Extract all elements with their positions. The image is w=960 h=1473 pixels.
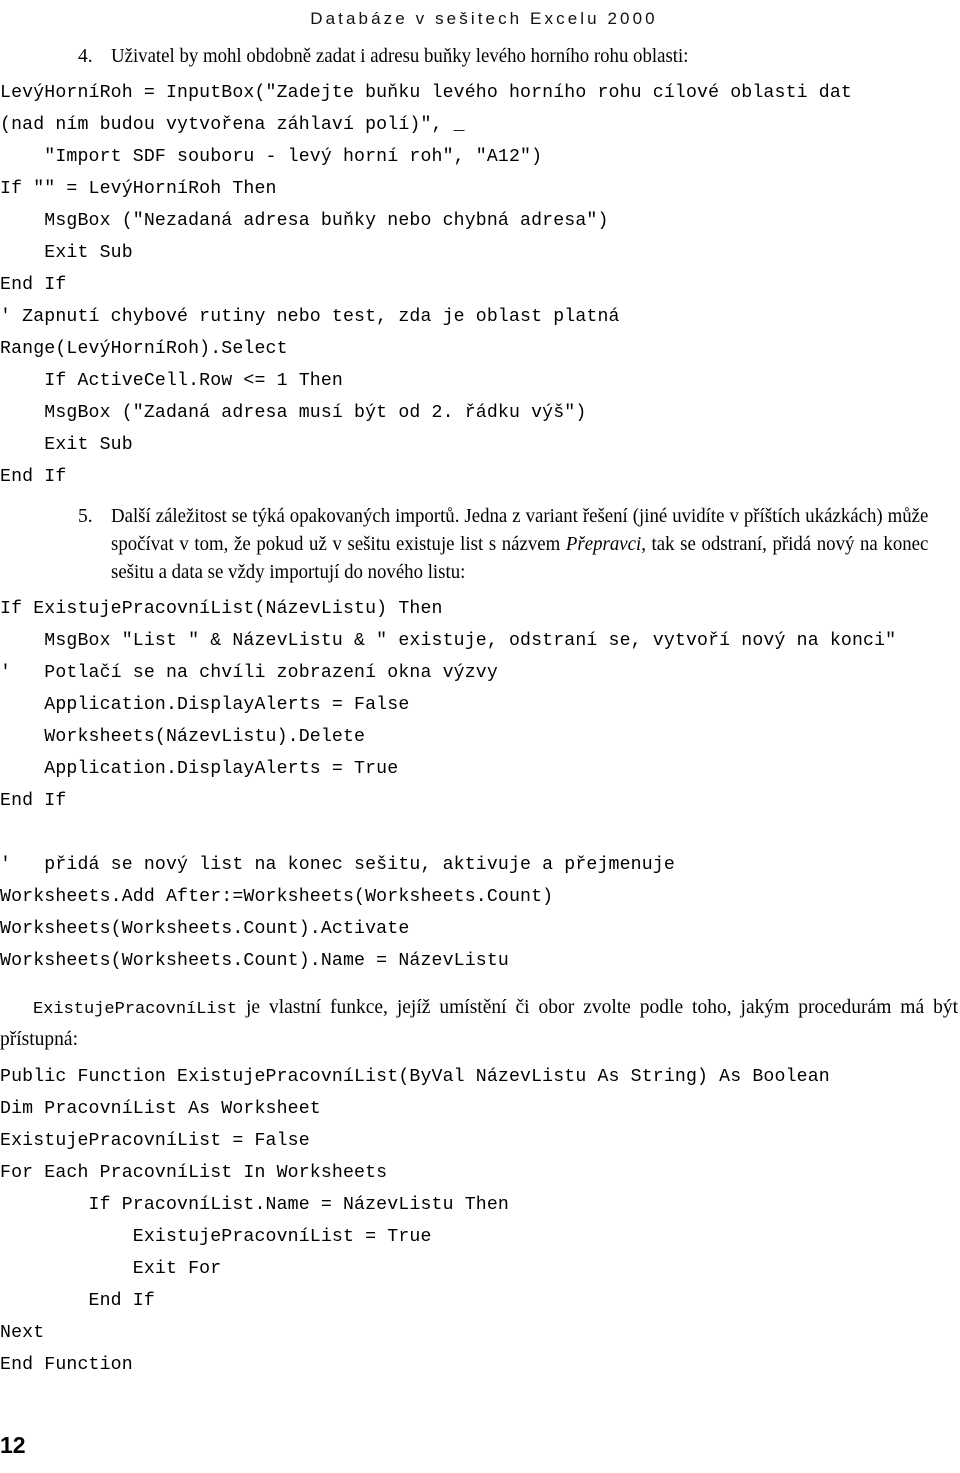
code-line: If "" = LevýHorníRoh Then bbox=[0, 179, 277, 199]
code-line: If ExistujePracovníList(NázevListu) Then bbox=[0, 599, 443, 619]
code-line: End If bbox=[0, 791, 67, 811]
code-line: "Import SDF souboru - levý horní roh", "… bbox=[0, 147, 543, 167]
code-line: ExistujePracovníList = False bbox=[0, 1131, 310, 1151]
function-name-mono: ExistujePracovníList bbox=[33, 1000, 238, 1019]
running-head: Databáze v sešitech Excelu 2000 bbox=[310, 9, 658, 28]
code-line: Range(LevýHorníRoh).Select bbox=[0, 339, 288, 359]
code-line: ' přidá se nový list na konec sešitu, ak… bbox=[0, 855, 675, 875]
code-line: End If bbox=[0, 275, 67, 295]
code-line: Dim PracovníList As Worksheet bbox=[0, 1099, 321, 1119]
code-line: For Each PracovníList In Worksheets bbox=[0, 1163, 388, 1183]
code-block-import-address: LevýHorníRoh = InputBox("Zadejte buňku l… bbox=[0, 77, 960, 493]
function-description-paragraph: ExistujePracovníList je vlastní funkce, … bbox=[0, 993, 960, 1055]
code-line: ExistujePracovníList = True bbox=[0, 1227, 432, 1247]
code-line: If PracovníList.Name = NázevListu Then bbox=[0, 1195, 509, 1215]
code-line: Worksheets(Worksheets.Count).Name = Náze… bbox=[0, 951, 509, 971]
code-line: Worksheets(NázevListu).Delete bbox=[0, 727, 366, 747]
code-line: LevýHorníRoh = InputBox("Zadejte buňku l… bbox=[0, 83, 852, 103]
code-line: Next bbox=[0, 1323, 45, 1343]
code-line: ' Potlačí se na chvíli zobrazení okna vý… bbox=[0, 663, 498, 683]
code-block-sheet-exists: If ExistujePracovníList(NázevListu) Then… bbox=[0, 593, 960, 977]
list-item-text: Uživatel by mohl obdobně zadat i adresu … bbox=[111, 46, 689, 67]
code-line: MsgBox ("Zadaná adresa musí být od 2. řá… bbox=[0, 403, 587, 423]
code-line: Application.DisplayAlerts = False bbox=[0, 695, 410, 715]
code-line: ' Zapnutí chybové rutiny nebo test, zda … bbox=[0, 307, 620, 327]
code-line: Worksheets.Add After:=Worksheets(Workshe… bbox=[0, 887, 554, 907]
numbered-item-5: 5. Další záležitost se týká opakovaných … bbox=[0, 503, 960, 587]
numbered-item-4: 4. Uživatel by mohl obdobně zadat i adre… bbox=[0, 43, 960, 71]
code-line: (nad ním budou vytvořena záhlaví polí)",… bbox=[0, 115, 465, 135]
code-line: End Function bbox=[0, 1355, 133, 1375]
code-line: Worksheets(Worksheets.Count).Activate bbox=[0, 919, 410, 939]
code-line: End If bbox=[0, 1291, 155, 1311]
list-item-number: 5. bbox=[78, 506, 93, 527]
list-item-text: Další záležitost se týká opakovaných imp… bbox=[111, 503, 928, 587]
document-page: Databáze v sešitech Excelu 2000 4. Uživa… bbox=[0, 0, 960, 1473]
code-line: MsgBox "List " & NázevListu & " existuje… bbox=[0, 631, 897, 651]
code-line: Application.DisplayAlerts = True bbox=[0, 759, 399, 779]
code-line: Exit Sub bbox=[0, 435, 133, 455]
list-item-number: 4. bbox=[78, 46, 93, 67]
code-line: Exit For bbox=[0, 1259, 222, 1279]
code-line: MsgBox ("Nezadaná adresa buňky nebo chyb… bbox=[0, 211, 609, 231]
code-block-function-definition: Public Function ExistujePracovníList(ByV… bbox=[0, 1061, 960, 1381]
item5-emphasis: Přepravci bbox=[565, 534, 642, 555]
code-line: If ActiveCell.Row <= 1 Then bbox=[0, 371, 343, 391]
code-line: Public Function ExistujePracovníList(ByV… bbox=[0, 1067, 830, 1087]
page-number: 12 bbox=[0, 1432, 26, 1458]
code-line: End If bbox=[0, 467, 67, 487]
code-line: Exit Sub bbox=[0, 243, 133, 263]
